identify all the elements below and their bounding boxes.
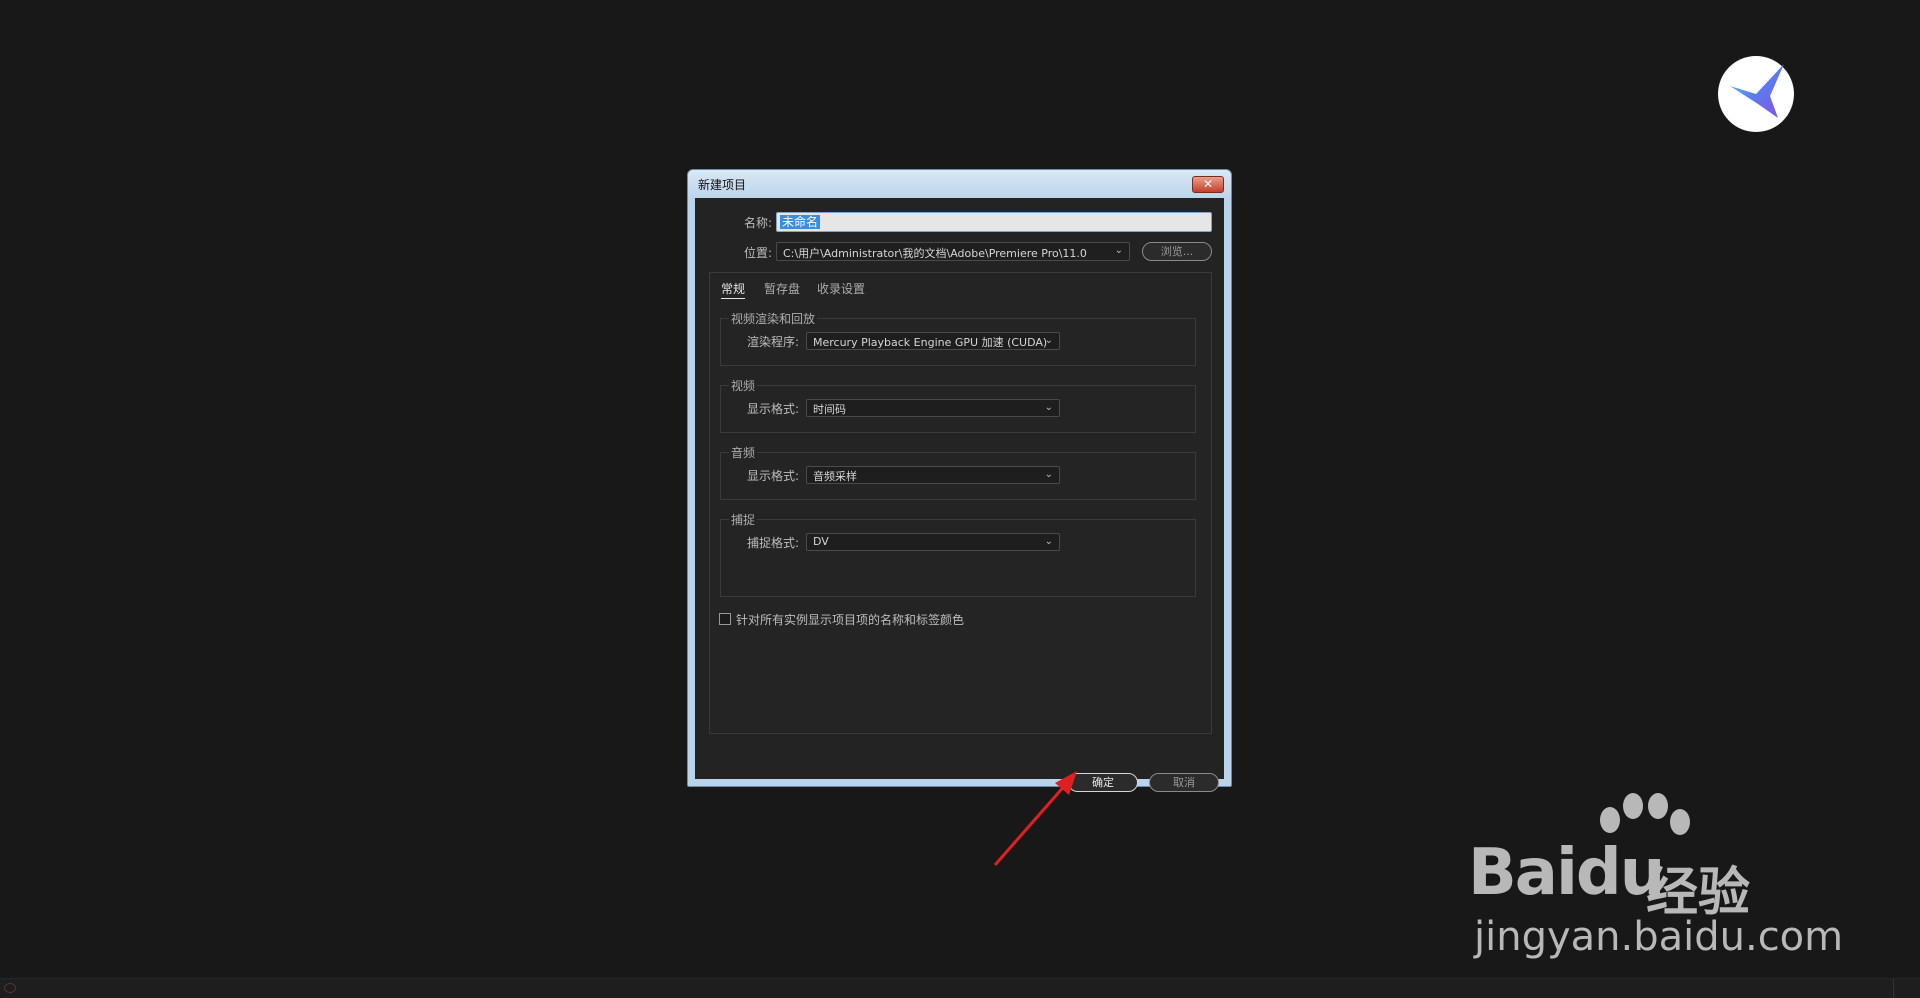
video-display-format-label: 显示格式: [747, 402, 800, 416]
watermark-brand: Baidu [1468, 836, 1665, 910]
dialog-title: 新建项目 [698, 178, 747, 192]
group-video: 视频 显示格式: 时间码 ⌄ [720, 377, 1196, 433]
show-labels-checkbox-label: 针对所有实例显示项目项的名称和标签颜色 [736, 613, 965, 627]
chevron-down-icon: ⌄ [1044, 536, 1053, 547]
tab-ingest-settings[interactable]: 收录设置 [817, 280, 865, 297]
tab-general[interactable]: 常规 [721, 280, 746, 299]
browse-button[interactable]: 浏览... [1142, 242, 1212, 261]
dialog-body: 名称: 未命名 位置: C:\用户\Administrator\我的文档\Ado… [695, 198, 1224, 792]
group-audio: 音频 显示格式: 音频采样 ⌄ [720, 444, 1196, 500]
video-display-format-value: 时间码 [813, 403, 846, 416]
capture-format-value: DV [813, 535, 829, 548]
chevron-down-icon: ⌄ [1044, 335, 1053, 346]
name-label: 名称: [743, 216, 772, 230]
audio-display-format-value: 音频采样 [813, 470, 857, 483]
video-display-format-dropdown[interactable]: 时间码 ⌄ [806, 399, 1060, 417]
renderer-label: 渲染程序: [747, 335, 800, 349]
group-video-rendering: 视频渲染和回放 渲染程序: Mercury Playback Engine GP… [720, 310, 1196, 366]
audio-display-format-label: 显示格式: [747, 469, 800, 483]
capture-format-dropdown[interactable]: DV ⌄ [806, 533, 1060, 551]
status-bar [0, 978, 1920, 998]
settings-tab-panel: 常规 暂存盘 收录设置 视频渲染和回放 渲染程序: Mercury Playba… [709, 272, 1212, 734]
group-title: 视频渲染和回放 [729, 310, 818, 327]
tab-scratch-disks[interactable]: 暂存盘 [764, 280, 800, 297]
chevron-down-icon: ⌄ [1114, 245, 1123, 256]
location-value: C:\用户\Administrator\我的文档\Adobe\Premiere … [783, 247, 1087, 260]
group-title: 视频 [729, 377, 758, 394]
name-input-value: 未命名 [780, 215, 821, 229]
baidu-watermark: Baidu 经验 jingyan.baidu.com [1468, 790, 1843, 960]
show-labels-checkbox[interactable] [719, 613, 731, 625]
group-title: 音频 [729, 444, 758, 461]
bird-logo-icon [1718, 56, 1794, 132]
audio-display-format-dropdown[interactable]: 音频采样 ⌄ [806, 466, 1060, 484]
group-capture: 捕捉 捕捉格式: DV ⌄ [720, 511, 1196, 597]
location-dropdown[interactable]: C:\用户\Administrator\我的文档\Adobe\Premiere … [776, 242, 1130, 261]
group-title: 捕捉 [729, 511, 758, 528]
annotation-arrow-icon [993, 771, 1077, 866]
dialog-titlebar[interactable]: 新建项目 ✕ [688, 170, 1231, 198]
chevron-down-icon: ⌄ [1044, 469, 1053, 480]
status-indicator-icon [4, 983, 16, 993]
close-icon[interactable]: ✕ [1192, 176, 1224, 193]
renderer-dropdown[interactable]: Mercury Playback Engine GPU 加速 (CUDA) ⌄ [806, 332, 1060, 350]
new-project-dialog: 新建项目 ✕ 名称: 未命名 位置: C:\用户\Administrator\我… [687, 169, 1232, 792]
capture-format-label: 捕捉格式: [747, 536, 800, 550]
cancel-button[interactable]: 取消 [1149, 773, 1219, 792]
watermark-url: jingyan.baidu.com [1474, 914, 1844, 960]
renderer-value: Mercury Playback Engine GPU 加速 (CUDA) [813, 336, 1048, 349]
status-divider [1893, 979, 1894, 998]
name-input[interactable] [776, 212, 1212, 232]
location-label: 位置: [743, 246, 772, 260]
chevron-down-icon: ⌄ [1044, 402, 1053, 413]
